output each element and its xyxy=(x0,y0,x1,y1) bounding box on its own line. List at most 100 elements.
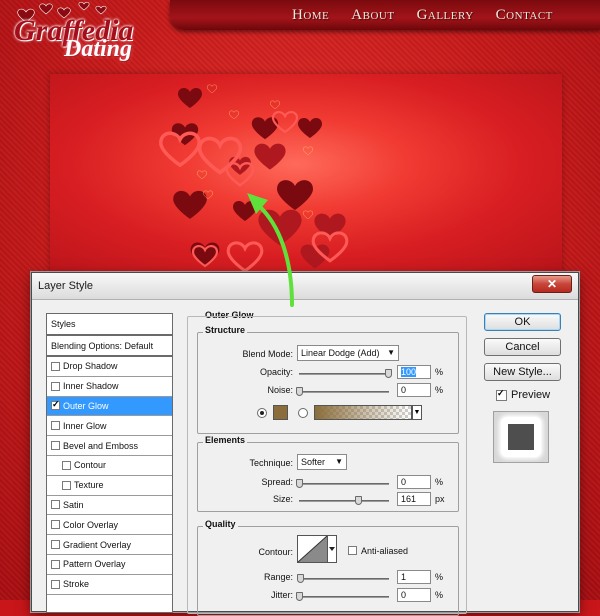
style-item-satin[interactable]: Satin xyxy=(47,496,172,516)
site-navbar: Home About Gallery Contact xyxy=(170,0,600,30)
stroke-checkbox[interactable] xyxy=(51,579,60,589)
opacity-input[interactable]: 100 xyxy=(397,365,431,379)
dialog-title: Layer Style xyxy=(38,280,94,292)
spread-input[interactable]: 0 xyxy=(397,475,431,489)
style-item-outer-glow[interactable]: Outer Glow xyxy=(47,396,172,417)
size-input[interactable]: 161 xyxy=(397,492,431,506)
nav-home-link[interactable]: Home xyxy=(292,7,329,24)
glow-gradient-picker[interactable] xyxy=(314,405,412,420)
chevron-down-icon: ▼ xyxy=(335,457,343,466)
blend-mode-select[interactable]: Linear Dodge (Add) ▼ xyxy=(297,345,399,361)
nav-about-link[interactable]: About xyxy=(351,7,394,24)
contour-curve-icon[interactable] xyxy=(297,535,337,563)
style-item-stroke[interactable]: Stroke xyxy=(47,575,172,595)
style-item-contour[interactable]: Contour xyxy=(47,456,172,476)
style-item-label: Gradient Overlay xyxy=(63,539,132,550)
spread-label: Spread: xyxy=(261,477,293,487)
style-item-inner-glow[interactable]: Inner Glow xyxy=(47,416,172,437)
blend-mode-value: Linear Dodge (Add) xyxy=(301,348,380,358)
style-item-label: Outer Glow xyxy=(63,400,109,411)
color-overlay-checkbox[interactable] xyxy=(51,520,60,530)
preview-checkbox[interactable] xyxy=(496,388,507,401)
blending-options-item[interactable]: Blending Options: Default xyxy=(47,336,172,357)
solid-color-radio[interactable] xyxy=(257,408,267,418)
glow-color-swatch[interactable] xyxy=(273,405,288,420)
jitter-slider[interactable] xyxy=(296,592,389,601)
blend-mode-label: Blend Mode: xyxy=(242,349,293,359)
hearts-banner-image xyxy=(50,74,562,274)
spread-slider[interactable] xyxy=(296,479,389,488)
hearts-illustration xyxy=(159,84,349,273)
technique-value: Softer xyxy=(301,457,326,467)
technique-label: Technique: xyxy=(249,458,293,468)
outer-glow-settings: Outer Glow Structure Blend Mode: Linear … xyxy=(187,304,467,616)
contour-checkbox[interactable] xyxy=(62,460,71,470)
style-item-bevel-emboss[interactable]: Bevel and Emboss xyxy=(47,436,172,456)
style-item-label: Drop Shadow xyxy=(63,361,118,372)
anti-aliased-label: Anti-aliased xyxy=(361,546,409,556)
style-item-color-overlay[interactable]: Color Overlay xyxy=(47,515,172,536)
style-item-label: Pattern Overlay xyxy=(63,559,126,570)
spread-slider-thumb[interactable] xyxy=(296,479,303,488)
noise-unit: % xyxy=(435,385,444,395)
jitter-unit: % xyxy=(435,590,444,600)
style-item-label: Color Overlay xyxy=(63,519,119,530)
inner-shadow-checkbox[interactable] xyxy=(51,381,60,391)
site-logo[interactable]: Graffedia Dating xyxy=(6,0,176,68)
quality-title: Quality xyxy=(203,519,238,529)
nav-contact-link[interactable]: Contact xyxy=(496,7,553,24)
range-unit: % xyxy=(435,572,444,582)
logo-subtitle: Dating xyxy=(64,36,133,62)
noise-label: Noise: xyxy=(267,385,293,395)
style-item-label: Satin xyxy=(63,499,84,510)
gradient-radio[interactable] xyxy=(298,408,308,418)
chevron-down-icon: ▼ xyxy=(387,348,395,357)
opacity-value: 100 xyxy=(401,367,417,377)
cancel-button[interactable]: Cancel xyxy=(484,338,561,356)
elements-title: Elements xyxy=(203,435,248,445)
pattern-overlay-checkbox[interactable] xyxy=(51,559,60,569)
style-item-label: Texture xyxy=(74,480,104,491)
bevel-emboss-checkbox[interactable] xyxy=(51,441,60,451)
noise-slider[interactable] xyxy=(296,387,389,396)
gradient-overlay-checkbox[interactable] xyxy=(51,540,60,550)
ok-button[interactable]: OK xyxy=(484,313,561,331)
style-item-inner-shadow[interactable]: Inner Shadow xyxy=(47,377,172,397)
technique-select[interactable]: Softer ▼ xyxy=(297,454,347,470)
texture-checkbox[interactable] xyxy=(62,480,71,490)
satin-checkbox[interactable] xyxy=(51,500,60,510)
new-style-button[interactable]: New Style... xyxy=(484,363,561,381)
inner-glow-checkbox[interactable] xyxy=(51,421,60,431)
close-button[interactable]: ✕ xyxy=(532,275,572,293)
anti-aliased-checkbox[interactable] xyxy=(348,546,357,555)
nav-gallery-link[interactable]: Gallery xyxy=(417,7,474,24)
range-slider[interactable] xyxy=(297,574,389,583)
drop-shadow-checkbox[interactable] xyxy=(51,361,60,371)
style-item-drop-shadow[interactable]: Drop Shadow xyxy=(47,357,172,377)
dialog-titlebar[interactable]: Layer Style ✕ xyxy=(32,273,578,300)
style-item-texture[interactable]: Texture xyxy=(47,476,172,496)
jitter-label: Jitter: xyxy=(270,590,293,600)
gradient-dropdown-arrow-icon[interactable]: ▼ xyxy=(412,405,422,420)
styles-header[interactable]: Styles xyxy=(47,314,172,336)
range-slider-thumb[interactable] xyxy=(297,574,304,583)
opacity-label: Opacity: xyxy=(259,367,293,377)
structure-title: Structure xyxy=(203,325,248,335)
opacity-slider[interactable] xyxy=(299,369,392,378)
noise-input[interactable]: 0 xyxy=(397,383,431,397)
style-item-label: Bevel and Emboss xyxy=(63,440,139,451)
size-slider[interactable] xyxy=(299,496,389,505)
style-item-label: Inner Shadow xyxy=(63,381,119,392)
size-slider-thumb[interactable] xyxy=(355,496,362,505)
contour-label: Contour: xyxy=(258,547,293,557)
outer-glow-checkbox[interactable] xyxy=(51,399,60,411)
preview-label: Preview xyxy=(511,389,551,401)
noise-slider-thumb[interactable] xyxy=(296,387,303,396)
style-item-gradient-overlay[interactable]: Gradient Overlay xyxy=(47,535,172,555)
size-label: Size: xyxy=(272,494,293,504)
style-preview-thumbnail xyxy=(493,411,549,463)
preview-swatch xyxy=(501,417,541,457)
style-item-pattern-overlay[interactable]: Pattern Overlay xyxy=(47,555,172,575)
range-input[interactable]: 1 xyxy=(397,570,431,584)
opacity-slider-thumb[interactable] xyxy=(385,369,392,378)
